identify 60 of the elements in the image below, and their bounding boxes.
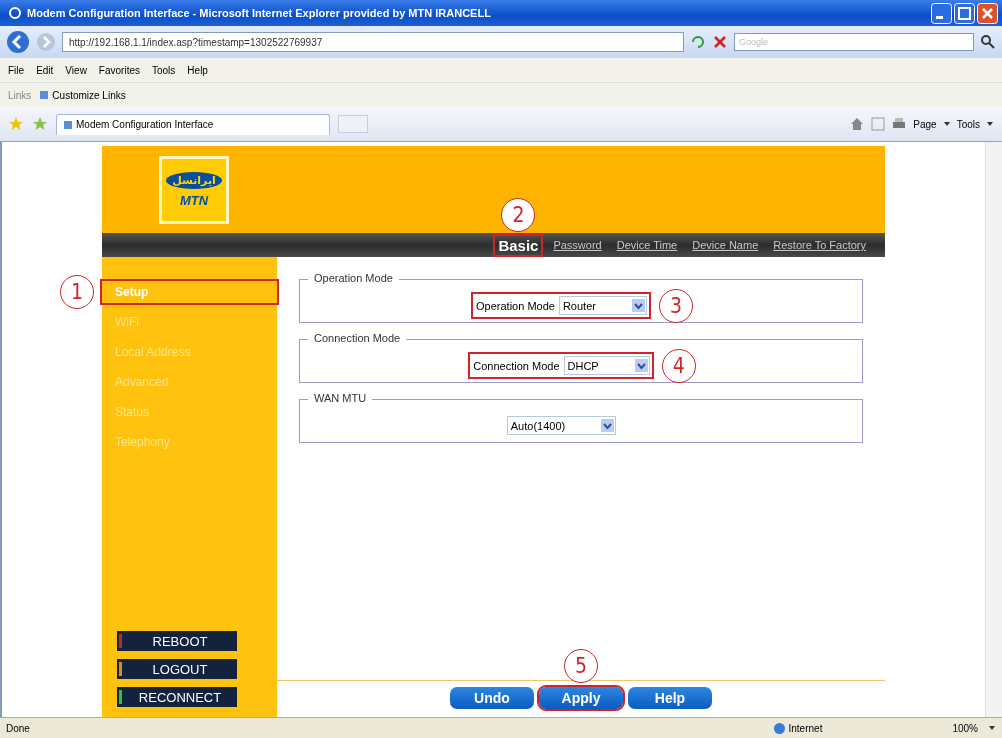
nav-link[interactable]: Basic bbox=[495, 235, 542, 255]
callout-number: 5 bbox=[564, 649, 598, 683]
close-icon[interactable] bbox=[977, 2, 998, 24]
callout-number: 3 bbox=[658, 288, 693, 323]
menu-item[interactable]: Edit bbox=[36, 64, 54, 76]
browser-tab[interactable]: Modem Configuration Interface bbox=[56, 113, 330, 135]
page-icon bbox=[63, 119, 73, 130]
side-button[interactable]: RECONNECT bbox=[117, 687, 237, 707]
caret-icon[interactable] bbox=[988, 724, 996, 732]
form-button[interactable]: Help bbox=[628, 687, 712, 709]
menu-item[interactable]: Favorites bbox=[98, 64, 140, 76]
stop-icon[interactable] bbox=[712, 34, 728, 50]
menu-item[interactable]: Tools bbox=[152, 64, 176, 76]
callout-number: 1 bbox=[60, 275, 94, 309]
field-label: Connection Mode bbox=[473, 359, 560, 372]
nav-link[interactable]: Device Name bbox=[689, 238, 762, 252]
page-icon bbox=[39, 90, 50, 100]
search-icon[interactable] bbox=[980, 34, 996, 50]
menu-item[interactable]: File bbox=[8, 64, 25, 76]
side-button[interactable]: LOGOUT bbox=[117, 659, 237, 679]
zoom-control[interactable]: 100% bbox=[952, 722, 978, 734]
refresh-icon[interactable] bbox=[690, 34, 706, 50]
maximize-icon[interactable] bbox=[954, 2, 975, 24]
nav-link[interactable]: Password bbox=[550, 238, 605, 252]
home-icon[interactable] bbox=[849, 116, 866, 132]
status-text: Done bbox=[6, 722, 31, 734]
zone-indicator: Internet bbox=[772, 721, 823, 735]
form-button[interactable]: Undo bbox=[450, 687, 534, 709]
fieldset-legend: Connection Mode bbox=[308, 332, 407, 344]
dropdown[interactable]: DHCP bbox=[563, 356, 650, 375]
window-title: Modem Configuration Interface - Microsoft Internet Explorer provided by MTN IRANCELL bbox=[27, 7, 492, 19]
callout-number: 4 bbox=[661, 348, 696, 383]
side-button[interactable]: REBOOT bbox=[117, 631, 237, 651]
command-button[interactable]: Tools bbox=[956, 118, 980, 130]
address-text: http://192.168.1.1/index.asp?timestamp=1302522769937 bbox=[69, 36, 323, 48]
menu-item[interactable]: View bbox=[65, 64, 87, 76]
favorites-star-icon[interactable] bbox=[8, 116, 24, 132]
browser-logo-icon bbox=[8, 6, 22, 20]
dropdown[interactable]: Auto(1400) bbox=[506, 416, 617, 435]
nav-link[interactable]: Restore To Factory bbox=[770, 238, 869, 252]
address-field[interactable]: http://192.168.1.1/index.asp?timestamp=1302522769937 bbox=[62, 32, 684, 52]
back-button-icon[interactable] bbox=[6, 30, 30, 54]
globe-icon bbox=[772, 721, 786, 735]
link-item[interactable]: Customize Links bbox=[39, 89, 126, 101]
form-button[interactable]: Apply bbox=[539, 687, 623, 709]
field-label: Operation Mode bbox=[476, 299, 555, 312]
scrollbar[interactable] bbox=[985, 142, 1002, 717]
search-field[interactable]: Google bbox=[734, 33, 974, 51]
fieldset-legend: Operation Mode bbox=[308, 272, 399, 284]
caret-icon[interactable] bbox=[942, 120, 951, 128]
caret-icon[interactable] bbox=[986, 120, 994, 128]
links-label: Links bbox=[8, 89, 32, 101]
dropdown[interactable]: Router bbox=[558, 296, 647, 315]
minimize-icon[interactable] bbox=[931, 2, 952, 24]
nav-link[interactable]: Device Time bbox=[613, 238, 681, 252]
logo-text: ایرانسل bbox=[166, 172, 222, 189]
menu-item[interactable]: Help bbox=[187, 64, 208, 76]
logo-text: MTN bbox=[179, 193, 209, 208]
command-button[interactable]: Page bbox=[913, 118, 937, 130]
fieldset-legend: WAN MTU bbox=[308, 392, 373, 404]
